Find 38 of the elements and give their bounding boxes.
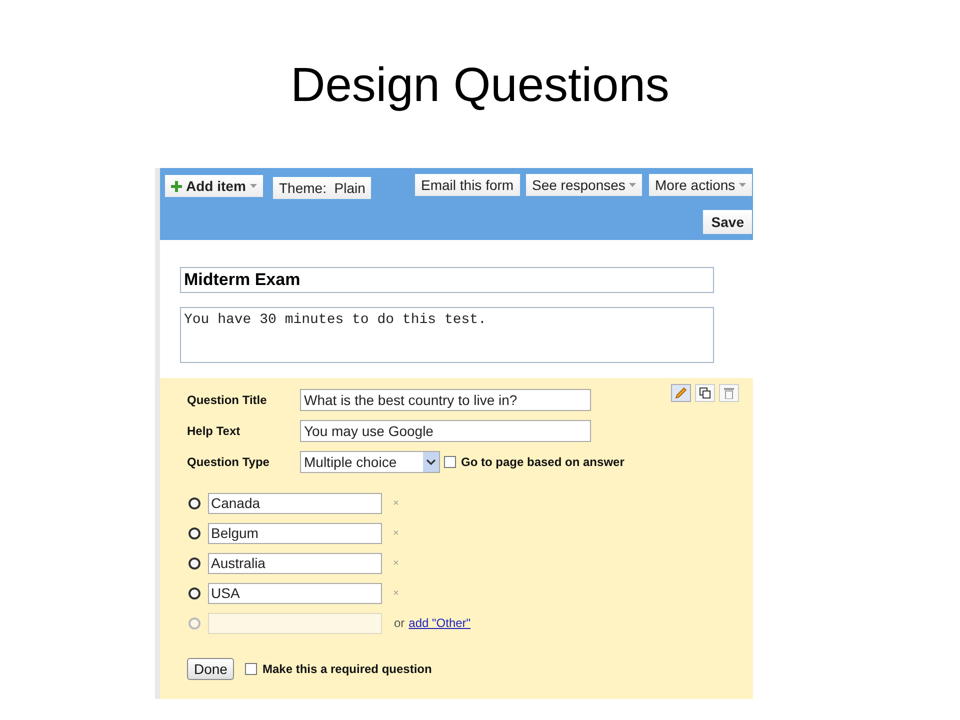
option-field[interactable]: Australia bbox=[208, 552, 382, 574]
option-field[interactable]: Belgum bbox=[208, 522, 382, 544]
toolbar-button[interactable]: Theme: Plain bbox=[273, 177, 372, 199]
question-type-dropdown[interactable]: Multiple choice bbox=[300, 451, 440, 473]
chevron-down-icon bbox=[423, 452, 439, 472]
option-field[interactable]: USA bbox=[208, 582, 382, 604]
text-field[interactable]: What is the best country to live in? bbox=[300, 389, 591, 411]
or-text: or bbox=[394, 615, 405, 632]
add-other-link[interactable]: add "Other" bbox=[408, 614, 471, 632]
field-label: Help Text bbox=[187, 423, 242, 440]
radio-button[interactable] bbox=[188, 586, 201, 600]
form-title-field[interactable]: Midterm Exam bbox=[180, 267, 714, 293]
pencil-icon bbox=[675, 387, 687, 399]
toolbar-button[interactable]: More actions bbox=[649, 174, 752, 196]
add-item-button[interactable]: Add item bbox=[165, 175, 263, 197]
save-button[interactable]: Save bbox=[703, 210, 752, 234]
plus-icon bbox=[171, 180, 182, 192]
checkbox[interactable] bbox=[245, 663, 258, 675]
checkbox[interactable] bbox=[444, 456, 456, 468]
new-option-field[interactable] bbox=[208, 612, 382, 634]
text-field[interactable]: You may use Google bbox=[300, 420, 591, 442]
field-label: Question Type bbox=[187, 454, 270, 471]
radio-button[interactable] bbox=[188, 556, 201, 570]
trash-icon bbox=[724, 387, 734, 399]
edit-button[interactable] bbox=[671, 384, 691, 402]
option-field[interactable]: Canada bbox=[208, 492, 382, 514]
radio-button[interactable] bbox=[188, 526, 201, 540]
toolbar-button[interactable]: Email this form bbox=[415, 174, 520, 196]
form-description-field[interactable]: You have 30 minutes to do this test. bbox=[180, 307, 714, 363]
toolbar-button[interactable]: See responses bbox=[526, 174, 642, 196]
duplicate-button[interactable] bbox=[695, 384, 715, 402]
field-label: Question Title bbox=[187, 392, 268, 409]
slide-title: Design Questions bbox=[290, 58, 670, 114]
checkbox-label: Go to page based on answer bbox=[461, 454, 624, 471]
checkbox-label: Make this a required question bbox=[262, 661, 432, 678]
copy-icon bbox=[699, 387, 711, 399]
done-button[interactable]: Done bbox=[187, 658, 234, 680]
radio-button[interactable] bbox=[188, 496, 201, 510]
